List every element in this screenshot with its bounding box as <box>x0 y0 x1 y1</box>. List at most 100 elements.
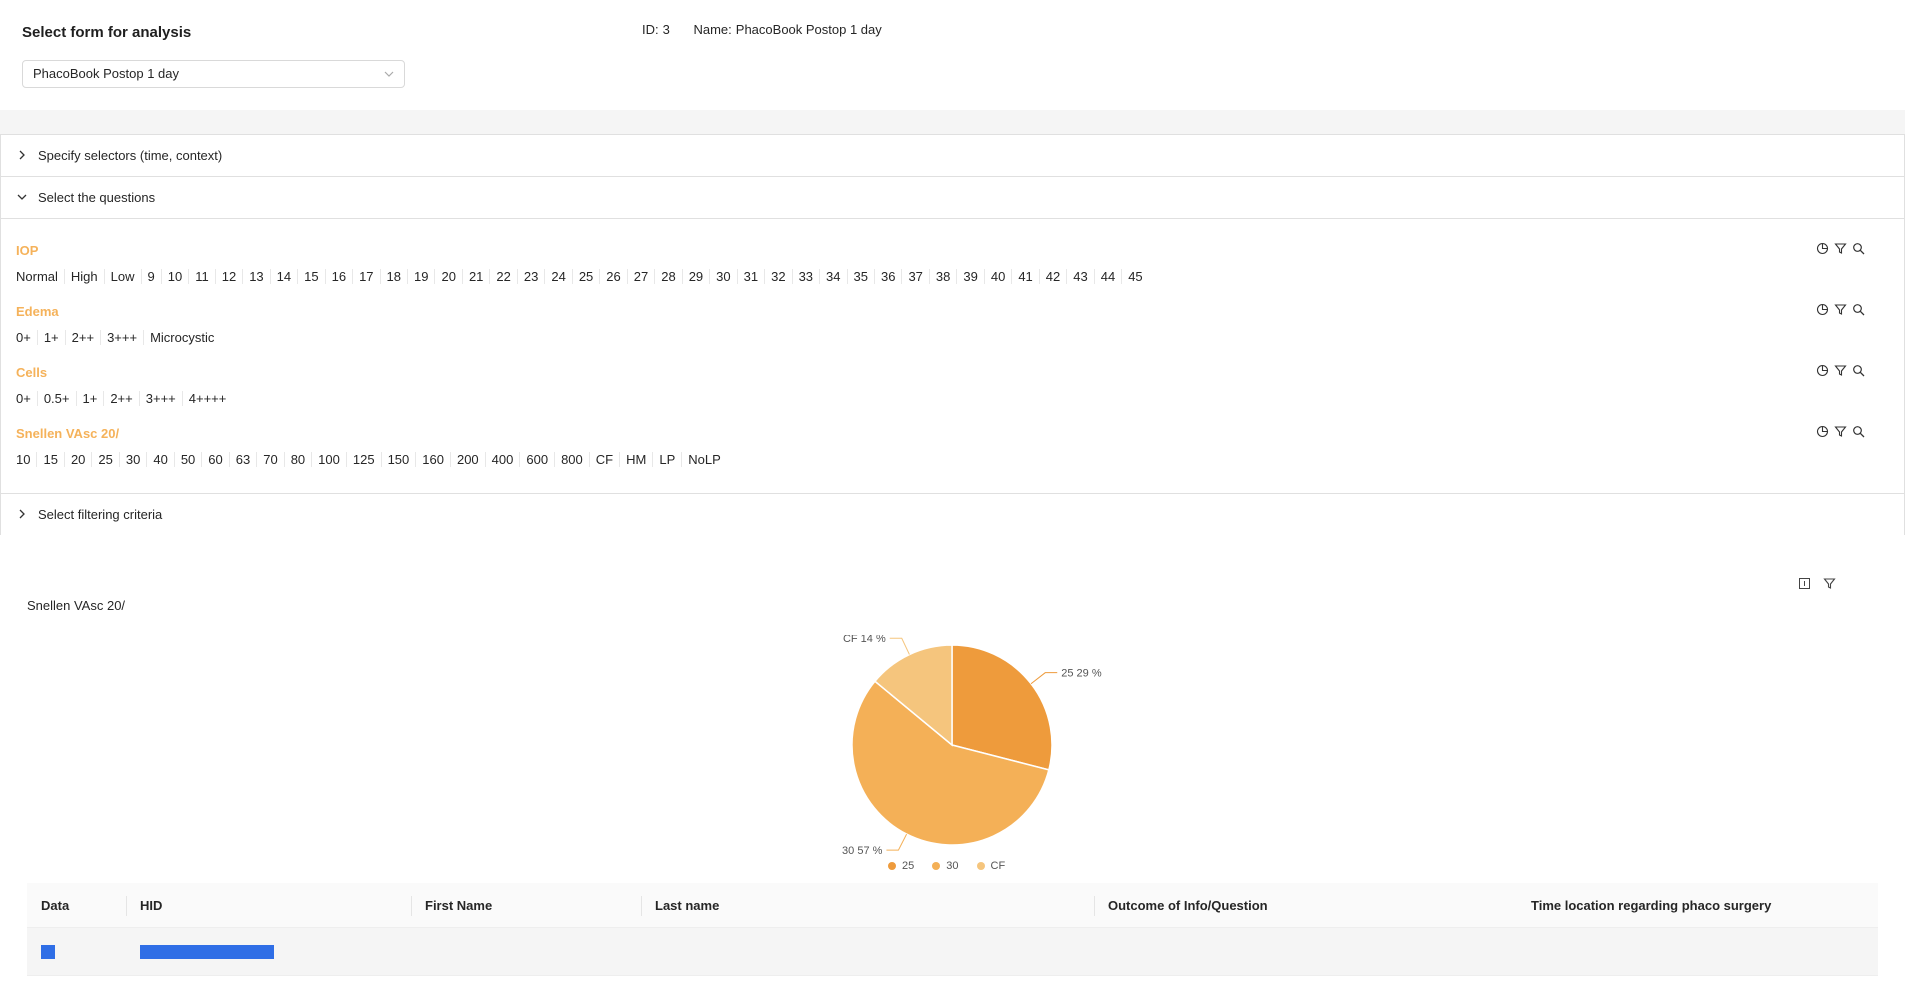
question-option-tag[interactable]: 3+++ <box>138 391 182 406</box>
pie-chart-icon[interactable] <box>1816 425 1829 438</box>
filter-icon[interactable] <box>1834 364 1847 377</box>
question-option-tag[interactable]: 9 <box>140 269 161 284</box>
question-option-tag[interactable]: 150 <box>380 452 416 467</box>
filter-icon[interactable] <box>1823 577 1836 590</box>
question-option-tag[interactable]: 14 <box>269 269 297 284</box>
table-column-header[interactable]: Data <box>41 883 69 928</box>
question-option-tag[interactable]: 27 <box>626 269 654 284</box>
question-option-tag[interactable]: 28 <box>654 269 681 284</box>
question-option-tag[interactable]: 15 <box>297 269 324 284</box>
question-option-tag[interactable]: 22 <box>489 269 516 284</box>
questions-panel-header[interactable]: Select the questions <box>1 177 1904 219</box>
form-select-dropdown[interactable]: PhacoBook Postop 1 day <box>22 60 405 88</box>
search-icon[interactable] <box>1852 303 1865 316</box>
question-option-tag[interactable]: 63 <box>228 452 256 467</box>
question-option-tag[interactable]: 32 <box>764 269 791 284</box>
question-option-tag[interactable]: 3+++ <box>100 330 143 345</box>
question-option-tag[interactable]: 2++ <box>64 330 100 345</box>
question-option-tag[interactable]: High <box>63 269 104 284</box>
question-option-tag[interactable]: 0+ <box>16 330 37 345</box>
question-option-tag[interactable]: 42 <box>1038 269 1066 284</box>
question-option-tag[interactable]: 0+ <box>16 391 37 406</box>
question-option-tag[interactable]: 43 <box>1066 269 1093 284</box>
question-option-tag[interactable]: NoLP <box>681 452 727 467</box>
table-column-header[interactable]: Time location regarding phaco surgery <box>1531 883 1771 928</box>
question-option-tag[interactable]: 31 <box>736 269 764 284</box>
question-option-tag[interactable]: Low <box>103 269 141 284</box>
table-column-header[interactable]: First Name <box>411 883 492 928</box>
question-option-tag[interactable]: 24 <box>544 269 571 284</box>
search-icon[interactable] <box>1852 364 1865 377</box>
question-option-tag[interactable]: 125 <box>345 452 381 467</box>
question-option-tag[interactable]: 13 <box>242 269 269 284</box>
question-option-tag[interactable]: Microcystic <box>143 330 220 345</box>
question-option-tag[interactable]: 1+ <box>36 330 65 345</box>
pie-chart-icon[interactable] <box>1816 364 1829 377</box>
table-column-header[interactable]: HID <box>126 883 162 928</box>
question-option-tag[interactable]: 10 <box>16 452 36 467</box>
table-icon[interactable] <box>1798 577 1811 590</box>
question-option-tag[interactable]: 400 <box>484 452 520 467</box>
question-option-tag[interactable]: 17 <box>352 269 379 284</box>
question-option-tag[interactable]: 38 <box>928 269 956 284</box>
question-option-tag[interactable]: 35 <box>846 269 874 284</box>
filter-icon[interactable] <box>1834 425 1847 438</box>
question-option-tag[interactable]: 10 <box>160 269 188 284</box>
question-option-tag[interactable]: 33 <box>791 269 819 284</box>
legend-item[interactable]: 30 <box>932 860 959 872</box>
question-option-tag[interactable]: 160 <box>415 452 450 467</box>
question-option-tag[interactable]: 29 <box>681 269 709 284</box>
pie-chart-icon[interactable] <box>1816 303 1829 316</box>
question-option-tag[interactable]: 40 <box>146 452 173 467</box>
question-option-tag[interactable]: 600 <box>519 452 554 467</box>
question-option-tag[interactable]: HM <box>619 452 652 467</box>
search-icon[interactable] <box>1852 242 1865 255</box>
question-option-tag[interactable]: 60 <box>201 452 228 467</box>
legend-item[interactable]: 25 <box>888 860 914 872</box>
legend-item[interactable]: CF <box>976 860 1005 872</box>
question-option-tag[interactable]: 26 <box>599 269 626 284</box>
question-option-tag[interactable]: 1+ <box>75 391 104 406</box>
question-option-tag[interactable]: 40 <box>983 269 1011 284</box>
question-option-tag[interactable]: 37 <box>901 269 928 284</box>
question-option-tag[interactable]: 45 <box>1121 269 1148 284</box>
question-option-tag[interactable]: 16 <box>324 269 352 284</box>
filtering-panel-header[interactable]: Select filtering criteria <box>1 494 1904 536</box>
question-option-tag[interactable]: 100 <box>311 452 346 467</box>
question-option-tag[interactable]: 44 <box>1093 269 1121 284</box>
question-option-tag[interactable]: 0.5+ <box>36 391 76 406</box>
question-option-tag[interactable]: 25 <box>91 452 118 467</box>
question-option-tag[interactable]: 23 <box>516 269 544 284</box>
question-option-tag[interactable]: Normal <box>16 269 64 284</box>
question-option-tag[interactable]: 20 <box>434 269 461 284</box>
question-option-tag[interactable]: 50 <box>173 452 201 467</box>
question-option-tag[interactable]: 21 <box>461 269 489 284</box>
table-column-header[interactable]: Last name <box>641 883 719 928</box>
question-option-tag[interactable]: 25 <box>571 269 599 284</box>
question-option-tag[interactable]: 2++ <box>103 391 138 406</box>
question-option-tag[interactable]: 11 <box>188 269 215 284</box>
filter-icon[interactable] <box>1834 303 1847 316</box>
question-option-tag[interactable]: 70 <box>256 452 283 467</box>
filter-icon[interactable] <box>1834 242 1847 255</box>
question-option-tag[interactable]: 15 <box>36 452 63 467</box>
question-option-tag[interactable]: 30 <box>709 269 736 284</box>
search-icon[interactable] <box>1852 425 1865 438</box>
question-option-tag[interactable]: 12 <box>214 269 242 284</box>
selectors-panel-header[interactable]: Specify selectors (time, context) <box>1 135 1904 177</box>
question-option-tag[interactable]: 200 <box>449 452 485 467</box>
question-option-tag[interactable]: 19 <box>407 269 434 284</box>
question-option-tag[interactable]: LP <box>652 452 681 467</box>
table-column-header[interactable]: Outcome of Info/Question <box>1094 883 1268 928</box>
pie-chart-icon[interactable] <box>1816 242 1829 255</box>
question-option-tag[interactable]: 34 <box>819 269 846 284</box>
question-option-tag[interactable]: 800 <box>554 452 589 467</box>
question-option-tag[interactable]: 30 <box>118 452 146 467</box>
question-option-tag[interactable]: 20 <box>63 452 91 467</box>
question-option-tag[interactable]: 80 <box>283 452 311 467</box>
question-option-tag[interactable]: 36 <box>873 269 901 284</box>
question-option-tag[interactable]: CF <box>588 452 619 467</box>
question-option-tag[interactable]: 4++++ <box>181 391 233 406</box>
question-option-tag[interactable]: 39 <box>956 269 983 284</box>
table-row[interactable] <box>27 928 1878 976</box>
